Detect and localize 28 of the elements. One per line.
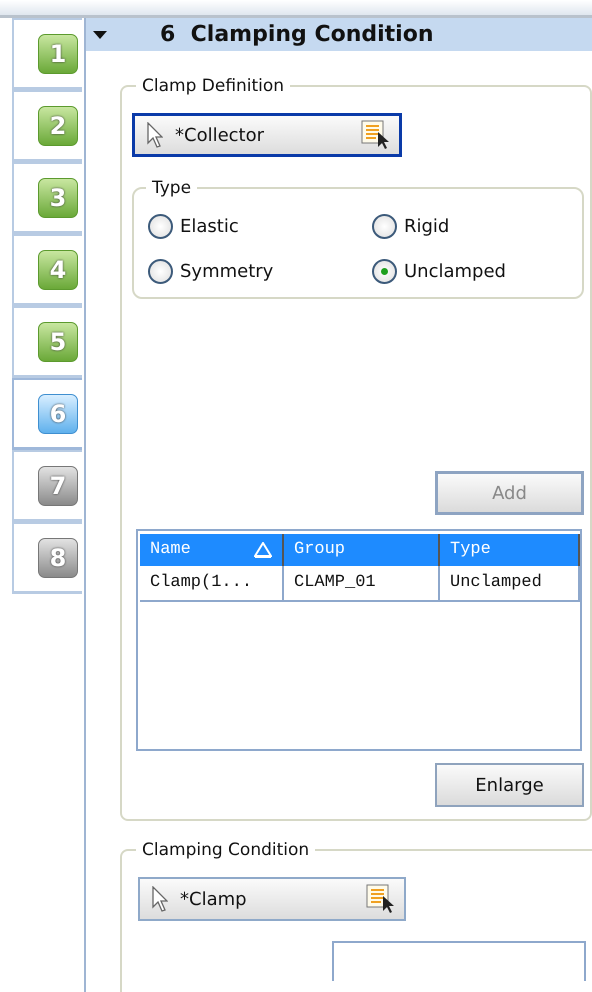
collector-selector[interactable]: *Collector (132, 113, 402, 157)
collector-selector[interactable]: *Clamp (138, 877, 406, 921)
table-cell: Clamp(1... (140, 566, 284, 602)
radio-button[interactable] (148, 214, 173, 239)
radio-label[interactable]: Unclamped (404, 258, 506, 285)
column-header[interactable]: Name (140, 534, 284, 566)
pointer-icon (152, 886, 168, 912)
radio-button[interactable] (372, 214, 397, 239)
step-tab[interactable]: 2 (12, 90, 82, 162)
pointer-icon (147, 122, 163, 148)
table-cell: Unclamped (440, 566, 580, 602)
step-tab[interactable]: 3 (12, 162, 82, 234)
table-cell: CLAMP_01 (284, 566, 440, 602)
input-field[interactable] (332, 941, 586, 981)
radio-label[interactable]: Elastic (180, 213, 239, 240)
step-tab[interactable]: 4 (12, 234, 82, 306)
step-tab[interactable]: 1 (12, 18, 82, 90)
radio-label[interactable]: Rigid (404, 213, 450, 240)
radio-label[interactable]: Symmetry (180, 258, 274, 285)
list-select-icon (361, 120, 391, 150)
column-header[interactable]: Group (284, 534, 440, 566)
section-title: 6 Clamping Condition (160, 21, 434, 49)
list-select-icon (366, 884, 396, 914)
step-tab[interactable]: 5 (12, 306, 82, 378)
column-header[interactable]: Type (440, 534, 580, 566)
radio-button[interactable] (372, 259, 397, 284)
radio-button[interactable] (148, 259, 173, 284)
enlarge-button[interactable]: Enlarge (435, 763, 584, 807)
